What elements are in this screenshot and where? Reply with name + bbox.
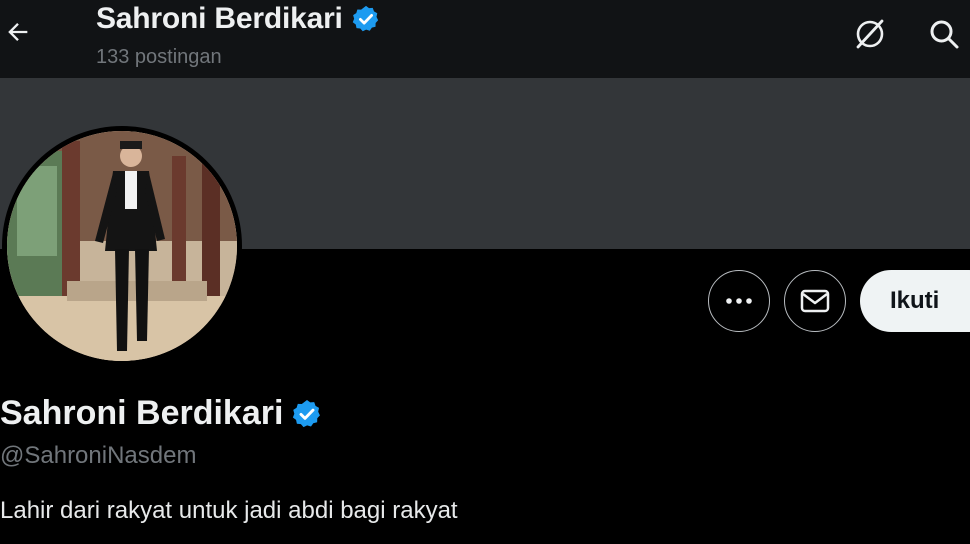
profile-handle: @SahroniNasdem bbox=[0, 442, 197, 469]
more-icon bbox=[726, 298, 752, 304]
message-button[interactable] bbox=[784, 270, 846, 332]
avatar-photo bbox=[7, 131, 237, 361]
grok-button[interactable] bbox=[848, 12, 892, 56]
message-icon bbox=[800, 289, 830, 313]
search-icon bbox=[930, 20, 959, 49]
back-arrow-icon bbox=[8, 23, 28, 41]
grok-icon bbox=[856, 19, 884, 49]
profile-display-name: Sahroni Berdikari bbox=[0, 394, 284, 432]
profile-display-name-row: Sahroni Berdikari bbox=[0, 394, 323, 433]
verified-badge-icon bbox=[293, 399, 321, 427]
more-options-button[interactable] bbox=[708, 270, 770, 332]
search-button[interactable] bbox=[922, 12, 966, 56]
post-count: 133 postingan bbox=[96, 46, 222, 68]
profile-header-bar: Sahroni Berdikari 133 postingan bbox=[0, 0, 970, 78]
profile-avatar[interactable] bbox=[2, 126, 242, 366]
back-button[interactable] bbox=[0, 10, 36, 54]
header-name: Sahroni Berdikari bbox=[96, 2, 343, 35]
profile-bio: Lahir dari rakyat untuk jadi abdi bagi r… bbox=[0, 497, 458, 524]
follow-button[interactable]: Ikuti bbox=[860, 270, 970, 332]
header-title: Sahroni Berdikari bbox=[96, 2, 381, 36]
verified-badge-icon bbox=[352, 5, 378, 32]
